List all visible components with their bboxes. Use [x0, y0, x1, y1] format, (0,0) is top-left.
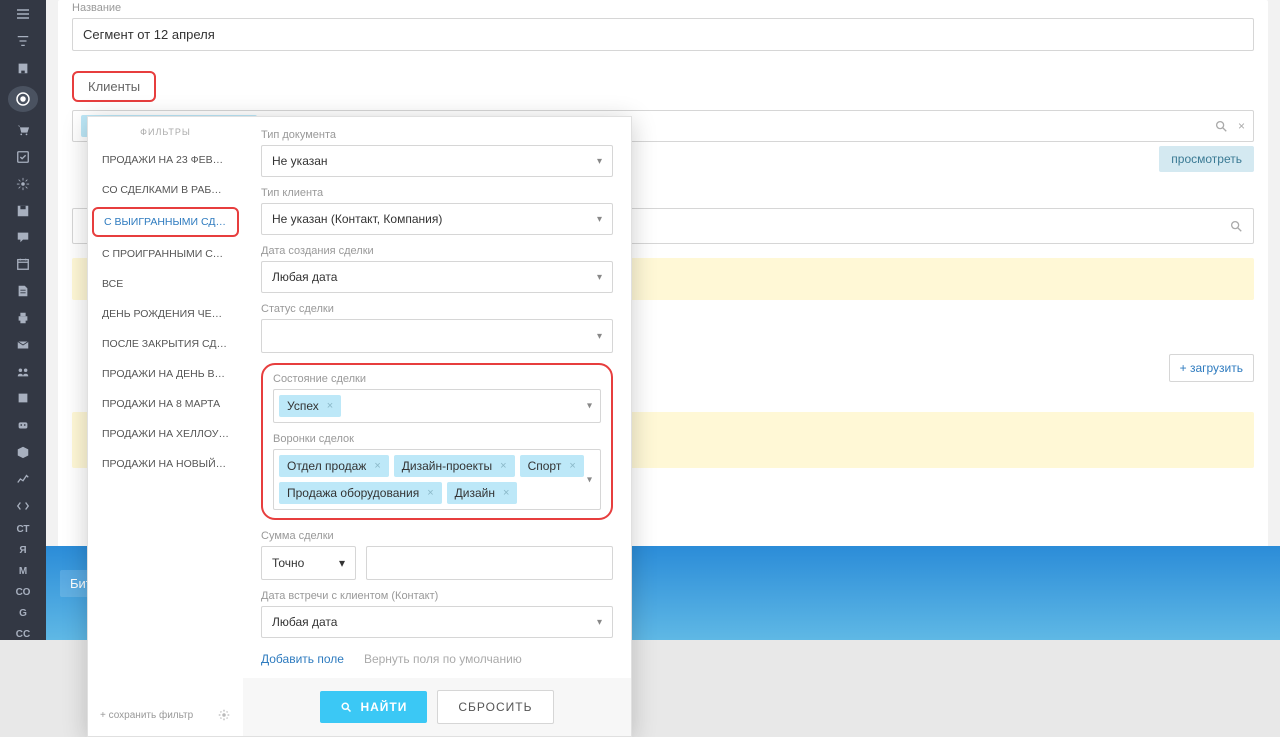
- doc-icon[interactable]: [13, 283, 33, 300]
- filter-preset-item[interactable]: С выигранными сделка…: [92, 207, 239, 237]
- filter-preset-item[interactable]: Продажи на 23 февраля: [88, 145, 243, 175]
- filter-icon[interactable]: [13, 33, 33, 50]
- remove-tag-icon[interactable]: ×: [503, 487, 509, 499]
- gear-icon[interactable]: [217, 708, 231, 722]
- close-icon[interactable]: ×: [1238, 119, 1245, 133]
- mail-icon[interactable]: [13, 336, 33, 353]
- doc-type-select[interactable]: Не указан▾: [261, 145, 613, 177]
- chevron-down-icon: ▾: [597, 156, 602, 167]
- nav-text[interactable]: СО: [16, 587, 31, 598]
- nav-text[interactable]: CC: [16, 629, 30, 640]
- meeting-date-select[interactable]: Любая дата▾: [261, 606, 613, 638]
- chevron-down-icon: ▾: [587, 401, 592, 412]
- target-icon[interactable]: [8, 86, 38, 111]
- load-button[interactable]: загрузить: [1169, 354, 1254, 382]
- find-button[interactable]: НАЙТИ: [320, 691, 427, 723]
- filter-list-title: фильтры: [88, 117, 243, 145]
- amount-label: Сумма сделки: [261, 530, 613, 542]
- filter-popover: фильтры Продажи на 23 февраляСо сделками…: [87, 116, 632, 737]
- box-icon[interactable]: [13, 444, 33, 461]
- chevron-down-icon: ▾: [339, 556, 345, 570]
- chevron-down-icon: ▾: [597, 214, 602, 225]
- filter-preset-item[interactable]: Со сделками в работе: [88, 175, 243, 205]
- amount-mode-select[interactable]: Точно▾: [261, 546, 356, 580]
- add-field-link[interactable]: Добавить поле: [261, 652, 344, 666]
- filter-tag[interactable]: Успех×: [279, 395, 341, 417]
- reset-button[interactable]: СБРОСИТЬ: [437, 690, 553, 724]
- gear-nav-icon[interactable]: [13, 175, 33, 192]
- deal-state-label: Состояние сделки: [273, 373, 601, 385]
- remove-tag-icon[interactable]: ×: [427, 487, 433, 499]
- filter-actions: НАЙТИ СБРОСИТЬ: [243, 678, 631, 736]
- funnels-label: Воронки сделок: [273, 433, 601, 445]
- nav-text[interactable]: СТ: [16, 524, 29, 535]
- filter-preset-item[interactable]: С проигранными сделк…: [88, 239, 243, 269]
- filter-preset-item[interactable]: Все: [88, 269, 243, 299]
- filter-preset-item[interactable]: После закрытия сделки: [88, 329, 243, 359]
- search-icon[interactable]: [1214, 119, 1228, 133]
- filter-tag[interactable]: Дизайн-проекты×: [394, 455, 515, 477]
- building-icon[interactable]: [13, 60, 33, 77]
- menu-icon[interactable]: [13, 6, 33, 23]
- calendar-icon[interactable]: [13, 256, 33, 273]
- print-icon[interactable]: [13, 310, 33, 327]
- chevron-down-icon: ▾: [597, 617, 602, 628]
- filter-tag[interactable]: Дизайн×: [447, 482, 518, 504]
- left-nav: СТ Я М СО G CC: [0, 0, 46, 640]
- users-icon[interactable]: [13, 363, 33, 380]
- filter-tag[interactable]: Продажа оборудования×: [279, 482, 442, 504]
- deal-status-select[interactable]: ▾: [261, 319, 613, 353]
- save-filter-link[interactable]: + сохранить фильтр: [100, 710, 193, 721]
- filter-preset-item[interactable]: Продажи на 8 марта: [88, 389, 243, 419]
- client-type-label: Тип клиента: [261, 187, 613, 199]
- filter-preset-item[interactable]: Продажи на день влюб…: [88, 359, 243, 389]
- save-nav-icon[interactable]: [13, 202, 33, 219]
- meeting-date-label: Дата встречи с клиентом (Контакт): [261, 590, 613, 602]
- chevron-down-icon: ▾: [597, 331, 602, 342]
- filter-preset-item[interactable]: Продажи на Хеллоуин: [88, 419, 243, 449]
- name-label: Название: [72, 0, 1254, 14]
- deal-date-label: Дата создания сделки: [261, 245, 613, 257]
- nav-text[interactable]: G: [19, 608, 27, 619]
- filter-tag[interactable]: Спорт×: [520, 455, 584, 477]
- remove-tag-icon[interactable]: ×: [327, 400, 333, 412]
- chart-nav-icon[interactable]: [13, 470, 33, 487]
- amount-value-input[interactable]: [366, 546, 613, 580]
- remove-tag-icon[interactable]: ×: [500, 460, 506, 472]
- filter-preset-item[interactable]: Продажи на новый год: [88, 449, 243, 479]
- segment-name-input[interactable]: [72, 18, 1254, 51]
- funnels-select[interactable]: Отдел продаж×Дизайн-проекты×Спорт× Продаж…: [273, 449, 601, 510]
- code-icon[interactable]: [13, 497, 33, 514]
- doc-type-label: Тип документа: [261, 129, 613, 141]
- chevron-down-icon: ▾: [597, 272, 602, 283]
- deal-date-select[interactable]: Любая дата▾: [261, 261, 613, 293]
- filter-fields-panel: Тип документа Не указан▾ Тип клиента Не …: [243, 117, 631, 736]
- filter-preset-item[interactable]: День рождения через 5 …: [88, 299, 243, 329]
- reset-fields-link[interactable]: Вернуть поля по умолчанию: [364, 652, 522, 666]
- deal-status-label: Статус сделки: [261, 303, 613, 315]
- nav-text[interactable]: Я: [19, 545, 26, 556]
- clients-tab[interactable]: Клиенты: [72, 71, 156, 102]
- remove-tag-icon[interactable]: ×: [569, 460, 575, 472]
- bot-icon[interactable]: [13, 417, 33, 434]
- check-icon[interactable]: [13, 149, 33, 166]
- nav-text[interactable]: М: [19, 566, 27, 577]
- remove-tag-icon[interactable]: ×: [374, 460, 380, 472]
- chat-icon[interactable]: [13, 229, 33, 246]
- client-type-select[interactable]: Не указан (Контакт, Компания)▾: [261, 203, 613, 235]
- chevron-down-icon: ▾: [587, 474, 592, 485]
- filter-presets-list: фильтры Продажи на 23 февраляСо сделками…: [88, 117, 243, 736]
- highlighted-filter-group: Состояние сделки Успех× ▾ Воронки сделок…: [261, 363, 613, 520]
- deal-state-select[interactable]: Успех× ▾: [273, 389, 601, 423]
- cart-icon[interactable]: [13, 122, 33, 139]
- view-button[interactable]: просмотреть: [1159, 146, 1254, 172]
- filter-tag[interactable]: Отдел продаж×: [279, 455, 389, 477]
- puzzle-icon[interactable]: [13, 390, 33, 407]
